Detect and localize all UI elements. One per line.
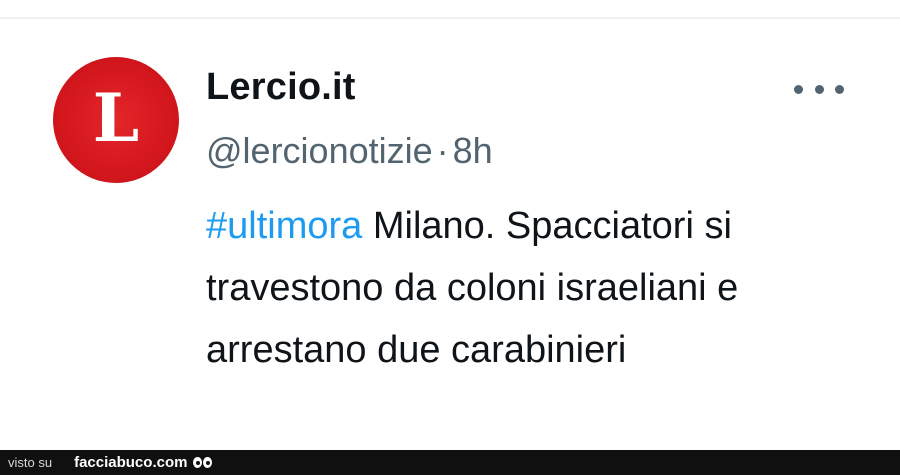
watermark-footer: visto su facciabuco.com bbox=[0, 450, 900, 475]
watermark-prefix: visto su bbox=[8, 455, 53, 470]
hashtag-link[interactable]: #ultimora bbox=[206, 205, 362, 247]
more-dot bbox=[835, 84, 844, 94]
more-dot bbox=[814, 84, 824, 94]
eyes-icon bbox=[193, 457, 213, 468]
eye-right bbox=[203, 457, 213, 468]
eye-left bbox=[193, 457, 203, 468]
more-options-icon[interactable] bbox=[794, 82, 844, 96]
user-handle[interactable]: @lercionotizie bbox=[206, 130, 433, 171]
handle-line: @lercionotizie · 8h bbox=[206, 130, 493, 172]
display-name[interactable]: Lercio.it bbox=[206, 66, 356, 109]
separator-dot: · bbox=[436, 130, 449, 171]
tweet-text: #ultimora Milano. Spacciatori si travest… bbox=[206, 195, 866, 381]
avatar-logo-letter: L bbox=[92, 79, 140, 157]
top-divider bbox=[0, 17, 900, 19]
watermark-brand: facciabuco.com bbox=[74, 454, 188, 471]
timestamp[interactable]: 8h bbox=[453, 130, 493, 171]
more-dot bbox=[794, 84, 803, 94]
avatar[interactable]: L bbox=[53, 57, 179, 183]
